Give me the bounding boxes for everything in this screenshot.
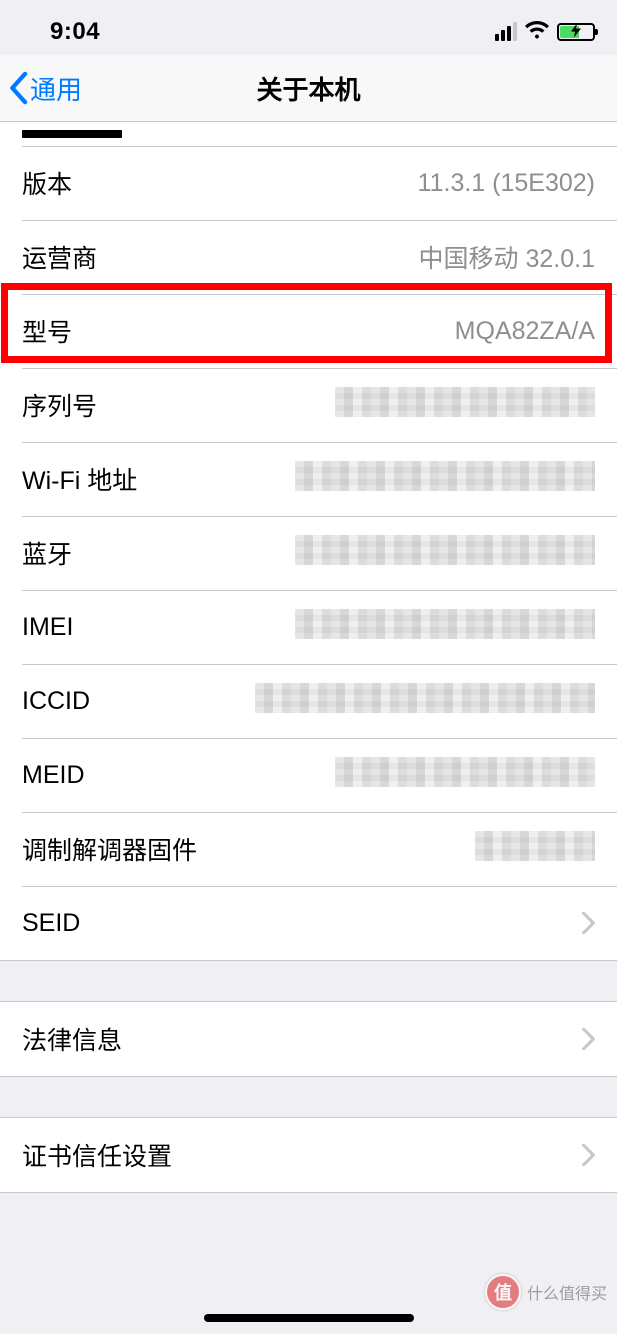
label-model: 型号 (22, 313, 72, 349)
label-meid: MEID (22, 761, 85, 790)
redacted-value (295, 461, 595, 491)
row-model[interactable]: 型号 MQA82ZA/A (0, 294, 617, 368)
value-iccid (110, 683, 595, 720)
status-bar: 9:04 (0, 0, 617, 55)
redacted-value (295, 535, 595, 565)
back-button[interactable]: 通用 (0, 70, 82, 107)
watermark-logo-icon: 值 (485, 1274, 521, 1310)
value-modem (217, 831, 595, 868)
status-time: 9:04 (50, 18, 100, 46)
label-wifi: Wi-Fi 地址 (22, 461, 137, 497)
value-serial (117, 387, 595, 424)
battery-icon (557, 23, 595, 41)
row-imei[interactable]: IMEI (0, 590, 617, 664)
row-iccid[interactable]: ICCID (0, 664, 617, 738)
row-modem[interactable]: 调制解调器固件 (0, 812, 617, 886)
value-bluetooth (92, 535, 595, 572)
row-seid[interactable]: SEID (0, 886, 617, 960)
row-wifi[interactable]: Wi-Fi 地址 (0, 442, 617, 516)
nav-bar: 通用 关于本机 (0, 55, 617, 122)
label-carrier: 运营商 (22, 239, 97, 275)
chevron-right-icon (582, 1144, 595, 1166)
home-indicator[interactable] (204, 1314, 414, 1322)
value-imei (93, 609, 595, 646)
label-legal: 法律信息 (22, 1021, 122, 1057)
back-label: 通用 (30, 70, 82, 107)
partial-content (22, 130, 122, 138)
legal-group: 法律信息 (0, 1001, 617, 1077)
table-row[interactable] (0, 122, 617, 146)
chevron-right-icon (582, 1028, 595, 1050)
value-version: 11.3.1 (15E302) (92, 169, 595, 198)
row-version[interactable]: 版本 11.3.1 (15E302) (0, 146, 617, 220)
label-certs: 证书信任设置 (22, 1137, 172, 1173)
label-bluetooth: 蓝牙 (22, 535, 72, 571)
label-seid: SEID (22, 909, 80, 938)
value-wifi (157, 461, 595, 498)
value-carrier: 中国移动 32.0.1 (117, 239, 595, 275)
value-model: MQA82ZA/A (92, 317, 595, 346)
chevron-right-icon (582, 912, 595, 934)
certs-group: 证书信任设置 (0, 1117, 617, 1193)
status-indicators (495, 18, 595, 46)
watermark: 值 什么值得买 (485, 1274, 607, 1310)
row-certs[interactable]: 证书信任设置 (0, 1118, 617, 1192)
row-bluetooth[interactable]: 蓝牙 (0, 516, 617, 590)
label-imei: IMEI (22, 613, 73, 642)
row-meid[interactable]: MEID (0, 738, 617, 812)
redacted-value (255, 683, 595, 713)
page-title: 关于本机 (0, 70, 617, 107)
label-serial: 序列号 (22, 387, 97, 423)
value-meid (105, 757, 596, 794)
about-group: 版本 11.3.1 (15E302) 运营商 中国移动 32.0.1 型号 MQ… (0, 122, 617, 961)
redacted-value (295, 609, 595, 639)
row-serial[interactable]: 序列号 (0, 368, 617, 442)
cellular-signal-icon (495, 22, 517, 41)
row-carrier[interactable]: 运营商 中国移动 32.0.1 (0, 220, 617, 294)
redacted-value (335, 757, 595, 787)
chevron-left-icon (8, 71, 28, 105)
watermark-text: 什么值得买 (527, 1280, 607, 1304)
redacted-value (335, 387, 595, 417)
charging-bolt-icon (571, 23, 581, 40)
screen: 9:04 通用 关于本机 版本 (0, 0, 617, 1334)
label-version: 版本 (22, 165, 72, 201)
row-legal[interactable]: 法律信息 (0, 1002, 617, 1076)
redacted-value (475, 831, 595, 861)
label-iccid: ICCID (22, 687, 90, 716)
wifi-icon (525, 18, 549, 46)
label-modem: 调制解调器固件 (22, 831, 197, 867)
